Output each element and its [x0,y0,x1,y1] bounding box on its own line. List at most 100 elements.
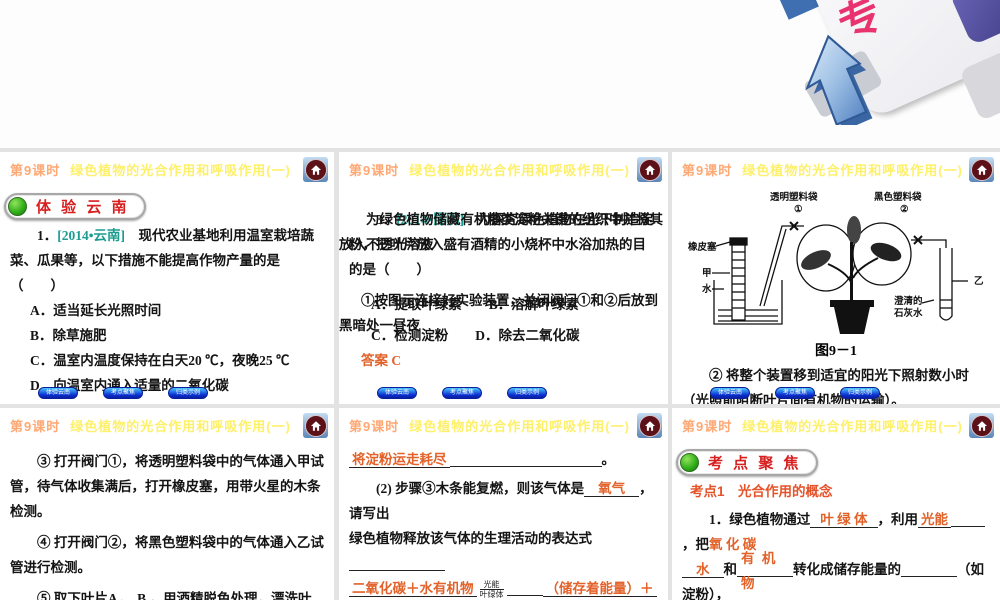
slide-nav-buttons: 体验云南 考点聚焦 归类示例 [38,387,208,399]
step5-text: ⑤ 取下叶片A 、 B ，用酒精脱色处理，漂洗叶片后滴加碘液，观察颜色变化。 [37,590,312,600]
slide-title: 绿色植物的光合作用和呼吸作用(一) [409,419,630,434]
blue-shape [780,0,820,20]
lesson-number: 第9课时 [10,163,61,178]
home-button[interactable] [969,413,994,438]
slide-header: 第9课时 绿色植物的光合作用和呼吸作用(一) [339,152,668,186]
diagram-label-transparent-bag: 透明塑料袋 [770,191,818,203]
slide-nav-buttons: 体验云南 考点聚焦 归类示例 [377,387,547,399]
nav-button-1[interactable]: 体验云南 [710,387,750,399]
home-icon [304,158,327,181]
diagram-label-valve2: ② [900,204,909,215]
slide-header: 第9课时 绿色植物的光合作用和呼吸作用(一) [672,408,1000,442]
home-icon [638,158,661,181]
formula-answer: （储存着能量）＋ [542,580,657,597]
slide-title: 绿色植物的光合作用和呼吸作用(一) [409,163,630,178]
slide-nav-buttons: 体验云南 考点聚焦 归类示例 [710,387,880,399]
slide-1: 第9课时 绿色植物的光合作用和呼吸作用(一) 体 验 云 南 1．[2014•云南… [0,152,334,404]
nav-button-2[interactable]: 考点聚焦 [442,387,482,399]
slide-2: 第9课时 绿色植物的光合作用和呼吸作用(一) 3．[2014•昆明] 为探究绿色植… [339,152,668,404]
blank-line [449,451,602,467]
blank-line [506,580,543,596]
filled-answer: 叶 绿 体 [810,512,878,528]
lesson-number: 第9课时 [349,419,400,434]
home-icon [304,414,327,437]
lesson-number: 第9课时 [682,163,733,178]
lesson-number: 第9课时 [682,419,733,434]
slide-5: 第9课时 绿色植物的光合作用和呼吸作用(一) 将淀粉运走耗尽。 (2) 步骤③木条… [339,408,668,600]
step3-text: ③ 打开阀门①，将透明塑料袋中的气体通入甲试管，待气体收集满后，打开橡皮塞，用带… [10,454,324,519]
diagram-label-water: 水 [702,283,712,295]
slide-title: 绿色植物的光合作用和呼吸作用(一) [70,419,291,434]
formula-answer: 二氧化碳＋水有机物 [349,580,477,597]
option-a: A．适当延长光照时间 [30,302,162,318]
step4-text: ④ 打开阀门②，将黑色塑料袋中的气体通入乙试管进行检测。 [10,534,324,575]
green-dot-icon [8,197,27,216]
qa-block: 将淀粉运走耗尽。 (2) 步骤③木条能复燃，则该气体是 氧气 ，请写出 绿色植物释放… [339,448,668,600]
emphasized-word: 不能 [145,252,172,268]
blank-line [349,555,445,571]
reaction-conditions: 光能 叶绿体 [479,580,504,600]
badge-label: 考 点 聚 焦 [708,455,802,472]
home-button[interactable] [303,413,328,438]
option-b: B．除草施肥 [30,327,107,343]
presentation-grid-view: 专 第9课时 绿色植物的光合作用和呼吸作用(一) 体 验 云 南 1．[2014•… [0,0,1000,600]
green-dot-icon [680,453,699,472]
home-button[interactable] [637,157,662,182]
home-button[interactable] [637,413,662,438]
nav-button-3[interactable]: 归类示例 [507,387,547,399]
diagram-label-jia: 甲 [702,268,712,279]
blank-line [901,561,957,577]
q2-line: (2) 步骤③木条能复燃，则该气体是 氧气 ，请写出 [349,480,653,521]
home-icon [638,414,661,437]
answer-line-1: 将淀粉运走耗尽。 [349,448,658,473]
slide-title: 绿色植物的光合作用和呼吸作用(一) [742,163,963,178]
home-icon [970,158,993,181]
badge-label: 体 验 云 南 [36,199,130,216]
concept-line1: 1．绿色植物通过叶 绿 体，利用 光能，把氧 化 碳 [682,508,990,558]
nav-button-2[interactable]: 考点聚焦 [775,387,815,399]
slide-header: 第9课时 绿色植物的光合作用和呼吸作用(一) [672,152,1000,186]
figure-caption: 图9－1 [815,344,857,359]
nav-button-1[interactable]: 体验云南 [38,387,78,399]
question-block: 3．[2014•昆明] 为探究绿色植物在光下制造淀粉，把叶片放入盛有酒精的小烧杯… [339,208,668,283]
lesson-number: 第9课时 [10,419,61,434]
home-button[interactable] [969,157,994,182]
home-button[interactable] [303,157,328,182]
nav-button-1[interactable]: 体验云南 [377,387,417,399]
deck-cover-graphic: 专 [780,0,1000,125]
question-text: 1．[2014•云南] 现代农业基地利用温室栽培蔬菜、瓜果等，以下措施不能提高作… [10,228,314,293]
home-icon [970,414,993,437]
experiment-diagram: 透明塑料袋 ① 黑色塑料袋 ② 橡皮塞 甲 水 A B 乙 澄清的 石灰水 [688,191,984,334]
diagram-label-lime1: 澄清的 [894,295,923,307]
options-block: A．提取叶绿素 B．溶解叶绿素 ①按图示连接好实验装置，关闭阀门①和②后放到黑暗… [339,293,668,349]
diagram-label-valve1: ① [794,204,803,215]
answer-text: 答案 C [361,352,402,368]
filled-answer: 水 [682,561,724,578]
keypoint-title: 考点1 光合作用的概念 [690,484,833,499]
formula-line: 二氧化碳＋水有机物光能叶绿体（储存着能量）＋。 [349,577,658,600]
slide-header: 第9课时 绿色植物的光合作用和呼吸作用(一) [0,408,334,442]
question-number: 1． [37,228,58,243]
option-c: C．温室内温度保持在白天20 ℃，夜晚25 ℃ [30,352,290,368]
diagram-label-black-bag: 黑色塑料袋 [874,191,922,203]
slide-6: 第9课时 绿色植物的光合作用和呼吸作用(一) 考 点 聚 焦 考点1 光合作用的概… [672,408,1000,600]
blank-line [951,511,985,527]
filled-answer: 将淀粉运走耗尽 [349,452,450,468]
nav-button-2[interactable]: 考点聚焦 [103,387,143,399]
slide-3: 第9课时 绿色植物的光合作用和呼吸作用(一) 透明塑料袋 ① 黑色塑料袋 ② 橡皮… [672,152,1000,404]
steps-block: ③ 打开阀门①，将透明塑料袋中的气体通入甲试管，待气体收集满后，打开橡皮塞，用带… [0,450,334,600]
slide-header: 第9课时 绿色植物的光合作用和呼吸作用(一) [339,408,668,442]
filled-answer: 光能 [918,512,951,528]
arrow-icon [805,34,873,125]
diagram-label-stopper: 橡皮塞 [688,241,717,253]
nav-button-3[interactable]: 归类示例 [840,387,880,399]
blank-with-answer: 有 机 物 [737,551,793,591]
slide-header: 第9课时 绿色植物的光合作用和呼吸作用(一) [0,152,334,186]
filled-answer: 氧气 [584,480,640,497]
diagram-label-yi: 乙 [974,276,984,287]
concept-block: 1．绿色植物通过叶 绿 体，利用 光能，把氧 化 碳 水和有 机 物转化成储存能量… [672,508,1000,600]
concept-line2: 水和有 机 物转化成储存能量的 （如淀粉）， [682,551,990,600]
slide-title: 绿色植物的光合作用和呼吸作用(一) [70,163,291,178]
nav-button-3[interactable]: 归类示例 [168,387,208,399]
slide-4: 第9课时 绿色植物的光合作用和呼吸作用(一) ③ 打开阀门①，将透明塑料袋中的气体… [0,408,334,600]
